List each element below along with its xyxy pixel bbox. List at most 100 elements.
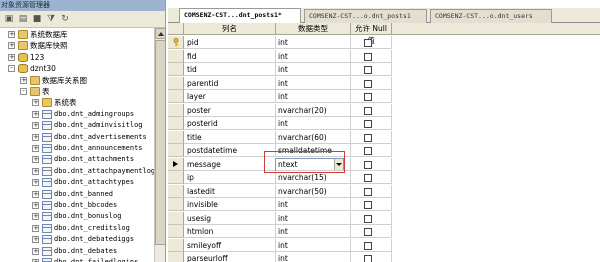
- expand-icon[interactable]: +: [32, 167, 39, 175]
- row-selector[interactable]: [168, 49, 184, 63]
- expand-icon[interactable]: +: [32, 224, 39, 232]
- table-row[interactable]: layer int: [168, 90, 600, 103]
- data-type-cell[interactable]: int: [276, 49, 351, 63]
- table-row[interactable]: title nvarchar(60): [168, 130, 600, 144]
- table-row[interactable]: message ntext: [168, 157, 600, 171]
- data-type-cell[interactable]: int: [276, 117, 351, 130]
- header-column-name[interactable]: 列名: [184, 23, 276, 35]
- row-selector[interactable]: [168, 198, 184, 211]
- table-row[interactable]: posterid int: [168, 117, 600, 130]
- row-selector[interactable]: [168, 184, 184, 198]
- table-row[interactable]: htmlon int: [168, 225, 600, 238]
- allow-null-checkbox[interactable]: [364, 201, 372, 209]
- expand-icon[interactable]: +: [32, 213, 39, 221]
- allow-null-checkbox[interactable]: [364, 255, 372, 262]
- allow-null-checkbox[interactable]: [364, 93, 372, 101]
- column-name-cell[interactable]: pid: [184, 36, 276, 49]
- data-type-cell[interactable]: int: [276, 198, 351, 211]
- allow-null-checkbox[interactable]: [364, 214, 372, 223]
- table-row[interactable]: pid int: [168, 36, 600, 49]
- tab-2[interactable]: COMSENZ-CST...o.dnt_posts1: [304, 9, 427, 23]
- allow-null-checkbox[interactable]: [364, 187, 372, 196]
- refresh-icon[interactable]: ↻: [59, 14, 71, 25]
- row-selector[interactable]: [168, 63, 184, 76]
- table-row[interactable]: usesig int: [168, 211, 600, 225]
- row-selector[interactable]: [168, 238, 184, 252]
- expand-icon[interactable]: +: [32, 99, 39, 107]
- column-name-cell[interactable]: posterid: [184, 117, 276, 130]
- scrollbar-thumb[interactable]: [155, 40, 165, 245]
- row-selector[interactable]: [168, 117, 184, 130]
- disconnect-icon[interactable]: ▤: [17, 14, 29, 25]
- collapse-icon[interactable]: -: [8, 65, 15, 73]
- allow-null-checkbox[interactable]: [364, 52, 372, 61]
- allow-null-checkbox[interactable]: [364, 228, 372, 236]
- row-selector[interactable]: [168, 130, 184, 144]
- tab-3[interactable]: COMSENZ-CST...o.dnt_users: [430, 9, 552, 23]
- table-row[interactable]: fid int: [168, 49, 600, 63]
- expand-icon[interactable]: +: [32, 179, 39, 187]
- data-type-cell[interactable]: int: [276, 63, 351, 76]
- explorer-scrollbar[interactable]: [154, 28, 165, 262]
- row-selector[interactable]: [168, 171, 184, 184]
- row-selector[interactable]: [168, 76, 184, 90]
- expand-icon[interactable]: +: [32, 202, 39, 209]
- expand-icon[interactable]: +: [32, 247, 39, 255]
- data-type-cell[interactable]: smalldatetime: [276, 144, 351, 157]
- column-name-cell[interactable]: tid: [184, 63, 276, 76]
- expand-icon[interactable]: +: [32, 145, 39, 152]
- allow-null-checkbox[interactable]: [364, 79, 372, 88]
- column-name-cell[interactable]: parentid: [184, 76, 276, 90]
- header-selector[interactable]: [168, 23, 184, 35]
- row-selector[interactable]: [168, 225, 184, 238]
- allow-null-checkbox[interactable]: [364, 147, 372, 155]
- collapse-icon[interactable]: -: [20, 88, 27, 95]
- expand-icon[interactable]: +: [32, 190, 39, 198]
- row-selector[interactable]: [168, 90, 184, 103]
- table-row[interactable]: lastedit nvarchar(50): [168, 184, 600, 198]
- expand-icon[interactable]: +: [32, 156, 39, 164]
- column-name-cell[interactable]: smileyoff: [184, 238, 276, 252]
- data-type-cell[interactable]: int: [276, 252, 351, 262]
- column-name-cell[interactable]: usesig: [184, 211, 276, 225]
- stop-icon[interactable]: ■: [31, 14, 43, 25]
- row-selector[interactable]: [168, 211, 184, 225]
- table-row[interactable]: ip nvarchar(15): [168, 171, 600, 184]
- column-name-cell[interactable]: htmlon: [184, 225, 276, 238]
- expand-icon[interactable]: +: [8, 42, 15, 50]
- expand-icon[interactable]: +: [32, 122, 39, 130]
- column-name-cell[interactable]: postdatetime: [184, 144, 276, 157]
- data-type-cell[interactable]: int: [276, 211, 351, 225]
- row-selector[interactable]: [168, 157, 184, 171]
- row-selector[interactable]: [168, 36, 184, 49]
- column-name-cell[interactable]: layer: [184, 90, 276, 103]
- data-type-cell[interactable]: nvarchar(60): [276, 130, 351, 144]
- data-type-cell[interactable]: int: [276, 76, 351, 90]
- column-name-cell[interactable]: invisible: [184, 198, 276, 211]
- table-row[interactable]: parentid int: [168, 76, 600, 90]
- expand-icon[interactable]: +: [8, 31, 15, 38]
- header-data-type[interactable]: 数据类型: [276, 23, 351, 35]
- expand-icon[interactable]: +: [8, 53, 15, 61]
- column-name-cell[interactable]: ip: [184, 171, 276, 184]
- allow-null-checkbox[interactable]: [364, 174, 372, 182]
- table-row[interactable]: parseurloff int: [168, 252, 600, 262]
- column-name-cell[interactable]: fid: [184, 49, 276, 63]
- allow-null-checkbox[interactable]: [364, 160, 372, 169]
- expand-icon[interactable]: +: [32, 236, 39, 244]
- connect-icon[interactable]: ▣: [3, 14, 15, 25]
- row-selector[interactable]: [168, 252, 184, 262]
- scroll-up-icon[interactable]: [155, 28, 165, 39]
- allow-null-checkbox[interactable]: [364, 66, 372, 74]
- tab-1[interactable]: COMSENZ-CST...dnt_posts1*: [179, 8, 301, 23]
- table-row[interactable]: smileyoff int: [168, 238, 600, 252]
- expand-icon[interactable]: +: [32, 133, 39, 141]
- expand-icon[interactable]: +: [20, 76, 27, 84]
- column-name-cell[interactable]: title: [184, 130, 276, 144]
- header-allow-null[interactable]: 允许 Null 值: [351, 23, 392, 45]
- table-row[interactable]: invisible int: [168, 198, 600, 211]
- allow-null-checkbox[interactable]: [364, 106, 372, 115]
- data-type-cell[interactable]: int: [276, 225, 351, 238]
- data-type-cell[interactable]: nvarchar(50): [276, 184, 351, 198]
- column-name-cell[interactable]: poster: [184, 103, 276, 117]
